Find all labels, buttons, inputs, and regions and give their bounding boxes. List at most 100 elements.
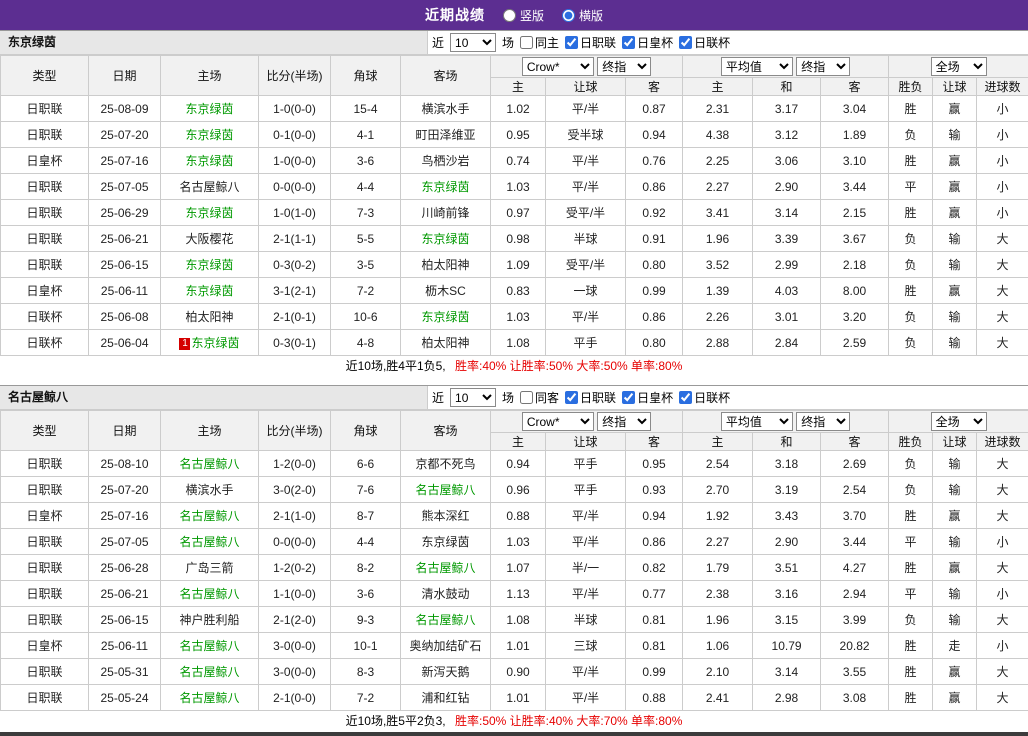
odds-time-select[interactable]: 终指 [597, 57, 652, 76]
league-cell: 日联杯 [0, 329, 89, 356]
league-filter-checkbox[interactable] [622, 36, 636, 49]
avg-home-odds-cell: 1.96 [682, 225, 754, 252]
avg-home-odds-cell: 2.10 [682, 658, 754, 685]
away-team-cell: 清水鼓动 [400, 580, 491, 607]
home-team-cell: 1 东京绿茵 [160, 329, 259, 356]
home-team-name: 横滨水手 [185, 483, 234, 497]
home-team-name: 名古屋鲸八 [179, 587, 240, 601]
league-cell: 日职联 [0, 476, 89, 503]
match-row: 日职联 25-07-20 东京绿茵 0-1(0-0) 4-1 町田泽维亚 0.95 受半球 0.… [0, 121, 1028, 148]
league-filter[interactable]: 日职联 [565, 389, 616, 406]
same-venue-checkbox[interactable] [520, 36, 534, 49]
avg-odds-select[interactable]: 平均值 [720, 412, 793, 431]
home-team-cell: 柏太阳神 [160, 303, 259, 330]
away-team-name: 柏太阳神 [421, 258, 470, 272]
avg-home-odds-cell: 2.25 [682, 147, 754, 174]
col-handicap: 让球 [545, 77, 626, 96]
corner-cell: 15-4 [330, 95, 401, 122]
same-venue-filter[interactable]: 同客 [520, 389, 559, 406]
col-corner: 角球 [330, 410, 401, 451]
league-filter[interactable]: 日联杯 [679, 34, 730, 51]
home-team-cell: 名古屋鲸八 [160, 528, 259, 555]
match-count-select[interactable]: 10 [450, 388, 497, 407]
same-venue-label: 同主 [535, 36, 560, 50]
col-avg-home: 主 [682, 432, 754, 451]
home-team-cell: 东京绿茵 [160, 277, 259, 304]
league-filter-checkbox[interactable] [679, 36, 693, 49]
league-cell: 日皇杯 [0, 147, 89, 174]
match-row: 日职联 25-05-31 名古屋鲸八 3-0(0-0) 8-3 新泻天鹅 0.90 平/半 0.… [0, 658, 1028, 685]
odds-company-select[interactable]: Crow* [521, 57, 594, 76]
match-row: 日职联 25-06-28 广岛三箭 1-2(0-2) 8-2 名古屋鲸八 1.07 半/一 0.… [0, 554, 1028, 581]
col-away: 客场 [400, 55, 491, 96]
score-cell: 1-0(1-0) [258, 199, 331, 226]
scope-select[interactable]: 全场 [930, 57, 987, 76]
avg-home-odds-cell: 1.06 [682, 632, 754, 659]
home-team-cell: 名古屋鲸八 [160, 658, 259, 685]
corner-cell: 7-6 [330, 476, 401, 503]
col-avg-home: 主 [682, 77, 754, 96]
score-cell: 1-2(0-2) [258, 554, 331, 581]
corner-cell: 4-4 [330, 173, 401, 200]
result-cell: 胜 [888, 684, 934, 711]
avg-away-odds-cell: 4.27 [820, 554, 890, 581]
away-team-name: 名古屋鲸八 [415, 483, 476, 497]
odds-time-select[interactable]: 终指 [597, 412, 652, 431]
league-filter-checkbox[interactable] [679, 391, 693, 404]
same-venue-filter[interactable]: 同主 [520, 34, 559, 51]
avg-time-select[interactable]: 终指 [796, 412, 851, 431]
home-odds-cell: 0.96 [490, 476, 546, 503]
col-type: 类型 [0, 55, 89, 96]
horizontal-layout-option[interactable]: 横版 [562, 7, 603, 24]
match-row: 日职联 25-05-24 名古屋鲸八 2-1(0-0) 7-2 浦和红钻 1.01 平/半 0.… [0, 684, 1028, 711]
home-team-cell: 名古屋鲸八 [160, 502, 259, 529]
match-row: 日职联 25-07-05 名古屋鲸八 0-0(0-0) 4-4 东京绿茵 1.03 平/半 0.… [0, 173, 1028, 200]
handicap-result-cell: 输 [932, 329, 978, 356]
score-cell: 2-1(1-1) [258, 225, 331, 252]
handicap-result-cell: 赢 [932, 502, 978, 529]
col-away-odds: 客 [624, 77, 684, 96]
horizontal-radio-input[interactable] [562, 8, 575, 22]
score-cell: 0-3(0-2) [258, 251, 331, 278]
corner-cell: 3-6 [330, 147, 401, 174]
avg-odds-select[interactable]: 平均值 [720, 57, 793, 76]
avg-home-odds-cell: 2.31 [682, 95, 754, 122]
handicap-result-cell: 输 [932, 450, 978, 477]
topbar: 近期战绩 竖版 横版 [0, 0, 1028, 30]
league-filter-checkbox[interactable] [565, 36, 579, 49]
vertical-radio-input[interactable] [502, 8, 516, 22]
league-filter[interactable]: 日联杯 [679, 389, 730, 406]
match-count-select[interactable]: 10 [450, 33, 497, 52]
league-filter-checkbox[interactable] [622, 391, 636, 404]
home-odds-cell: 0.88 [490, 502, 546, 529]
away-odds-cell: 0.77 [624, 580, 684, 607]
date-cell: 25-07-05 [88, 528, 161, 555]
score-cell: 3-0(0-0) [258, 632, 331, 659]
league-filter[interactable]: 日皇杯 [622, 34, 673, 51]
away-odds-cell: 0.80 [624, 251, 684, 278]
bottom-edge [0, 732, 1028, 736]
away-team-name: 枥木SC [425, 284, 466, 298]
col-score: 比分(半场) [258, 410, 331, 451]
goals-cell: 大 [976, 606, 1028, 633]
result-cell: 负 [888, 251, 934, 278]
col-away: 客场 [400, 410, 491, 451]
away-team-cell: 浦和红钻 [400, 684, 491, 711]
away-team-cell: 柏太阳神 [400, 329, 491, 356]
vertical-layout-option[interactable]: 竖版 [502, 7, 544, 24]
league-filter-checkbox[interactable] [565, 391, 579, 404]
same-venue-checkbox[interactable] [520, 391, 534, 404]
odds-company-select[interactable]: Crow* [521, 412, 594, 431]
home-odds-cell: 1.03 [490, 528, 546, 555]
league-filter[interactable]: 日职联 [565, 34, 616, 51]
away-team-cell: 枥木SC [400, 277, 491, 304]
goals-cell: 大 [976, 476, 1028, 503]
league-filter[interactable]: 日皇杯 [622, 389, 673, 406]
scope-select[interactable]: 全场 [930, 412, 987, 431]
avg-time-select[interactable]: 终指 [796, 57, 851, 76]
home-team-name: 东京绿茵 [185, 206, 234, 220]
home-odds-cell: 0.98 [490, 225, 546, 252]
handicap-cell: 半球 [545, 225, 626, 252]
league-filter-label: 日联杯 [694, 391, 731, 405]
date-cell: 25-05-24 [88, 684, 161, 711]
